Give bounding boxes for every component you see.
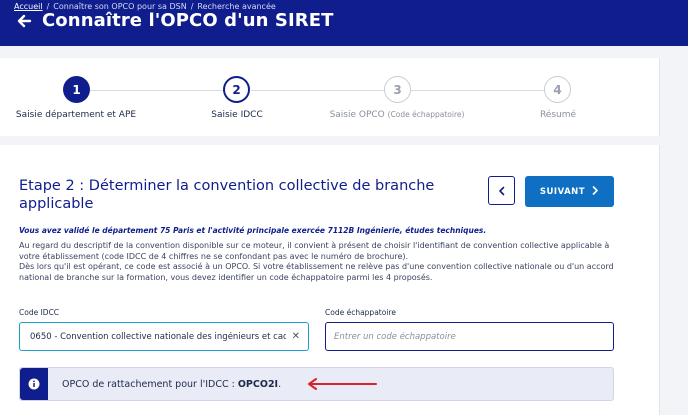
code-echappatoire-label: Code échappatoire (325, 308, 396, 317)
description-paragraph: Au regard du descriptif de la convention… (19, 241, 610, 261)
info-icon (20, 368, 48, 400)
step-3-label: Saisie OPCO (Code échappatoire) (330, 110, 465, 120)
step-3-circle: 3 (384, 76, 411, 103)
previous-button[interactable] (488, 176, 515, 205)
page-header: Accueil / Connaître son OPCO pour sa DSN / R… (0, 0, 688, 46)
red-arrow-annotation (308, 378, 377, 390)
idcc-input-value: 0650 - Convention collective nationale d… (30, 331, 286, 342)
code-echappatoire-field[interactable] (325, 322, 614, 351)
idcc-autocomplete-input[interactable]: 0650 - Convention collective nationale d… (19, 322, 309, 351)
step-description: Au regard du descriptif de la convention… (19, 241, 619, 283)
stepper-connector (90, 90, 223, 91)
step-2-circle[interactable]: 2 (223, 76, 250, 103)
stepper: 1 2 3 4 Saisie département et APE Saisie… (0, 58, 660, 136)
stepper-connector (411, 90, 544, 91)
step-2-label: Saisie IDCC (211, 110, 263, 120)
step-4-label: Résumé (539, 110, 577, 120)
next-button[interactable]: SUIVANT (525, 176, 614, 207)
step-content-card: Etape 2 : Déterminer la convention colle… (0, 145, 660, 415)
chevron-left-icon (498, 186, 504, 195)
stepper-connector (251, 90, 384, 91)
validation-summary: Vous avez validé le département 75 Paris… (19, 226, 487, 235)
opco-result-value: OPCO2I (237, 378, 279, 390)
description-paragraph: Dès lors qu'il est opérant, ce code est … (19, 262, 614, 282)
idcc-label: Code IDCC (19, 308, 60, 317)
chevron-right-icon (591, 185, 599, 198)
next-button-label: SUIVANT (539, 186, 586, 197)
step-1-label: Saisie département et APE (15, 110, 137, 120)
step-3-label-text: Saisie OPCO (329, 110, 385, 120)
step-title: Etape 2 : Déterminer la convention colle… (19, 178, 435, 212)
step-4-circle: 4 (544, 76, 571, 103)
step-3-label-sub: (Code échappatoire) (387, 110, 465, 119)
opco-result-prefix: OPCO de rattachement pour l'IDCC : (62, 378, 238, 390)
opco-result-text: OPCO de rattachement pour l'IDCC : OPCO2… (62, 379, 281, 390)
page-title: Connaître l'OPCO d'un SIRET (42, 10, 334, 31)
code-echappatoire-input[interactable] (334, 331, 605, 342)
arrow-left-icon[interactable] (14, 11, 34, 31)
opco-result-suffix: . (278, 378, 282, 390)
step-1-circle[interactable]: 1 (63, 76, 90, 103)
clear-icon[interactable]: ✕ (292, 331, 300, 342)
